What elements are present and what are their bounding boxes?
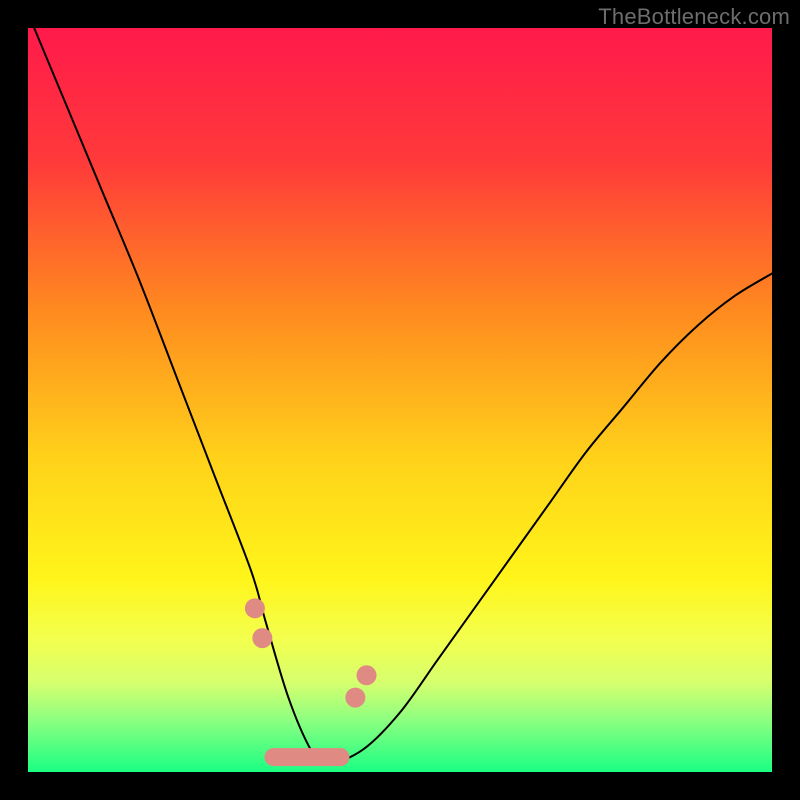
chart-frame: TheBottleneck.com [0, 0, 800, 800]
watermark-text: TheBottleneck.com [598, 4, 790, 30]
curve-marker-0 [245, 598, 265, 618]
curve-layer [28, 28, 772, 772]
curve-marker-1 [252, 628, 272, 648]
bottleneck-curve [28, 13, 772, 764]
plot-area [28, 28, 772, 772]
curve-marker-3 [357, 665, 377, 685]
curve-marker-2 [345, 688, 365, 708]
